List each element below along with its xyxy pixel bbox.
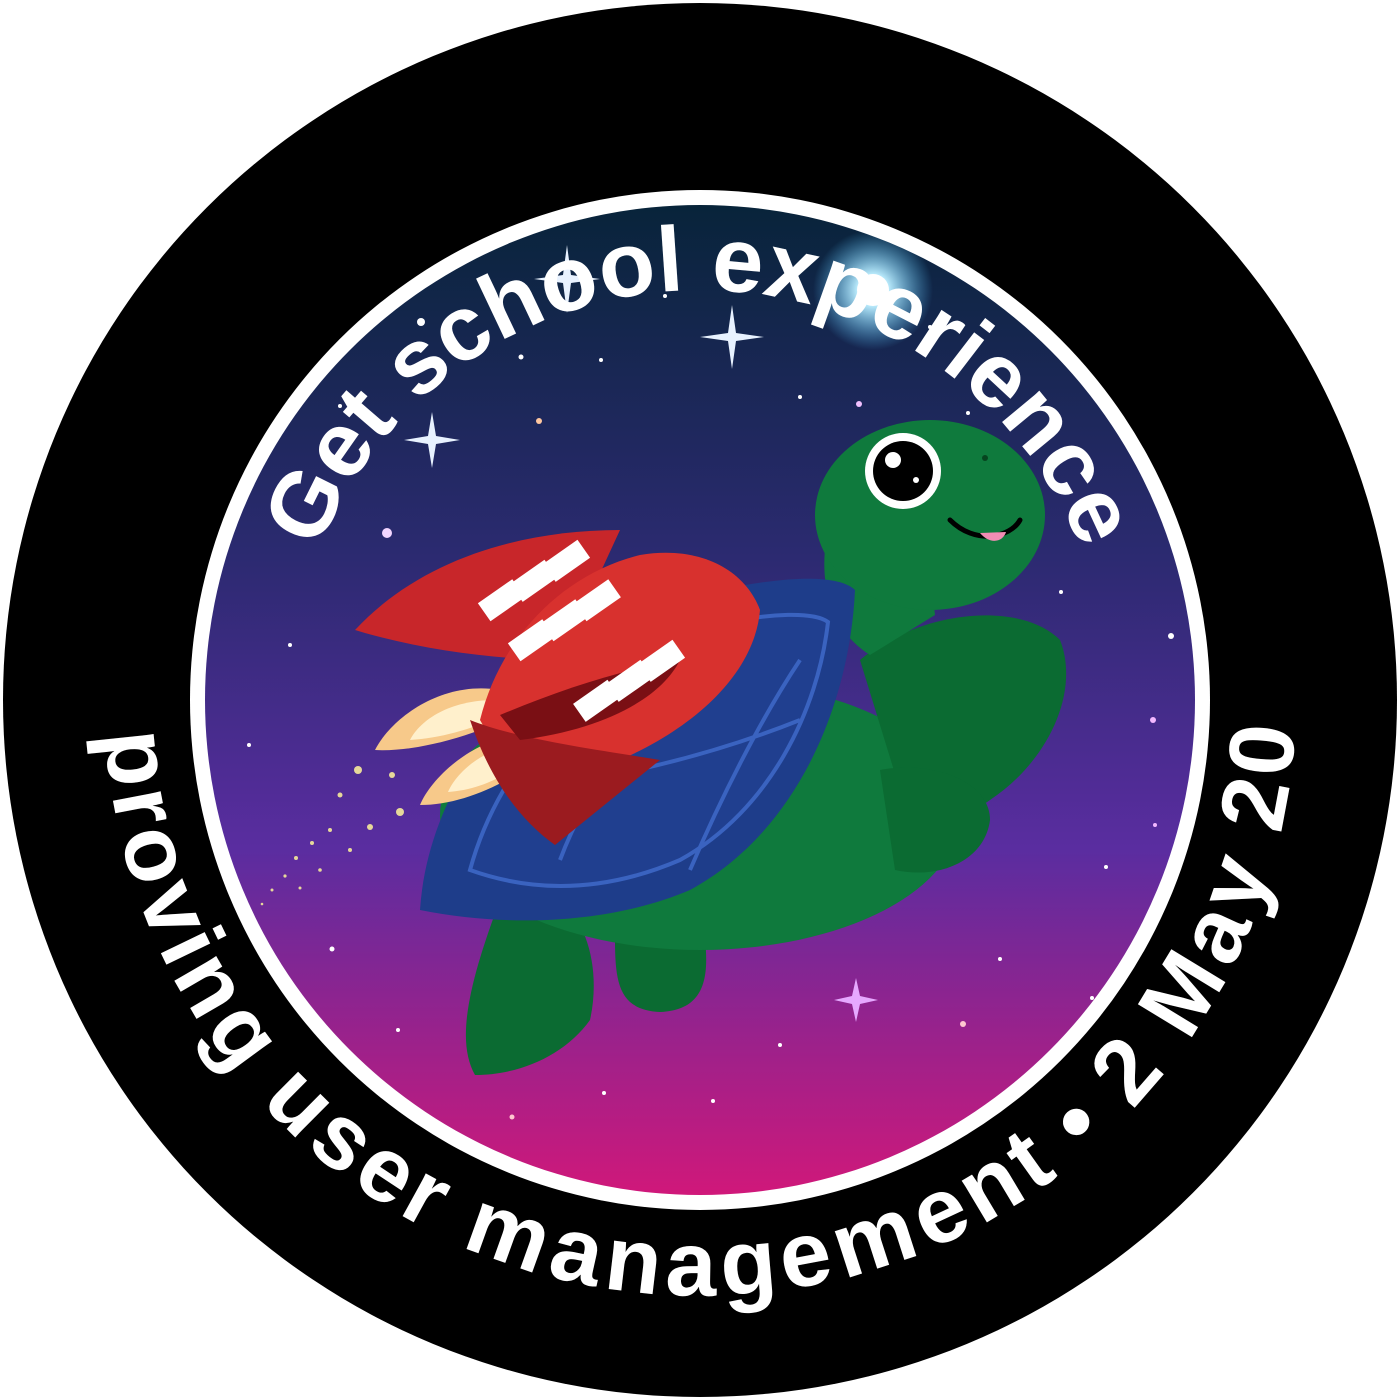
mission-badge: Get school experience Improving user man…	[0, 0, 1397, 1397]
